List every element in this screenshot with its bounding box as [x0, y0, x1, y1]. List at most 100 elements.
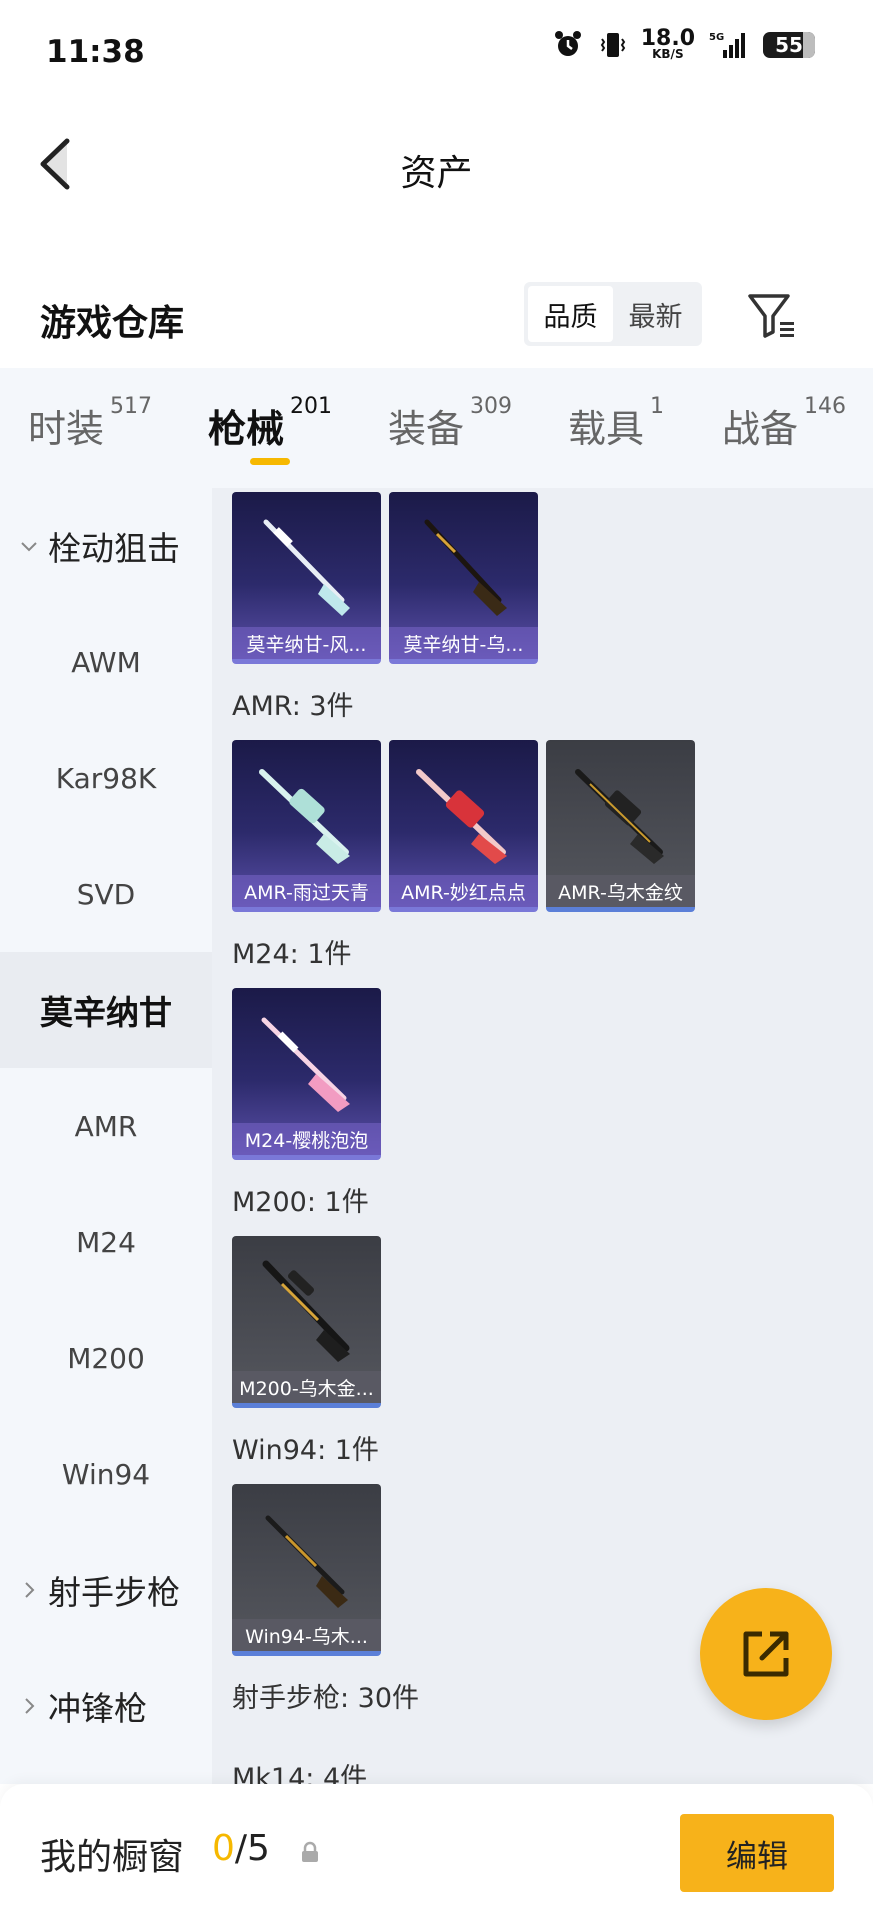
lock-icon [302, 1841, 318, 1862]
skin-row-m200: M200-乌木金... [232, 1236, 381, 1408]
section-label-m200: M200: 1件 [232, 1187, 369, 1218]
skin-card[interactable]: M200-乌木金... [232, 1236, 381, 1408]
section-label-marksman: 射手步枪: 30件 [232, 1683, 420, 1714]
showcase-count: 0/5 [212, 1828, 270, 1869]
page-title: 资产 [400, 153, 473, 194]
tab-label: 载具 [568, 407, 645, 451]
status-time: 11:38 [46, 34, 145, 70]
rifle-image [416, 769, 507, 864]
rifle-image [265, 1515, 348, 1608]
showcase-bar: 我的橱窗 0/5 编辑 [0, 1784, 873, 1920]
skin-card[interactable]: AMR-乌木金纹 [546, 740, 695, 912]
warehouse-header: 游戏仓库 品质 最新 [0, 270, 873, 366]
rifle-image [262, 1260, 350, 1362]
sidebar-item-win94[interactable]: Win94 [0, 1416, 212, 1532]
showcase-count-current: 0 [212, 1828, 235, 1869]
skin-name: M200-乌木金... [232, 1371, 381, 1403]
tab-label: 战备 [722, 407, 799, 451]
status-bar: 11:38 18.0 KB/S 5G 55 [0, 0, 873, 104]
signal-5g-icon: 5G [709, 32, 745, 58]
tab-supplies[interactable]: 战备146 [722, 394, 846, 453]
sort-option-quality[interactable]: 品质 [528, 286, 613, 342]
chevron-right-icon [18, 1579, 40, 1601]
tab-label: 装备 [388, 407, 465, 451]
section-label-amr: AMR: 3件 [232, 691, 354, 722]
sidebar-item-svd[interactable]: SVD [0, 836, 212, 952]
tab-count: 201 [290, 394, 333, 419]
tab-fashion[interactable]: 时装517 [28, 394, 152, 453]
showcase-count-separator: / [234, 1828, 248, 1869]
sidebar-group-label: 冲锋枪 [48, 1689, 147, 1728]
section-label-mk14: Mk14: 4件 [232, 1763, 368, 1784]
section-label-m24: M24: 1件 [232, 939, 352, 970]
sidebar-group-label: 射手步枪 [48, 1573, 180, 1612]
battery-icon: 55 [763, 32, 815, 58]
vibrate-icon [600, 33, 625, 57]
sidebar-group-marksman[interactable]: 射手步枪 [0, 1532, 212, 1648]
skin-row-m24: M24-樱桃泡泡 [232, 988, 381, 1160]
rifle-image [259, 769, 350, 864]
active-tab-indicator [250, 458, 290, 465]
sidebar-group-bolt-action[interactable]: 栓动狙击 [0, 488, 212, 604]
skin-name: Win94-乌木... [232, 1619, 381, 1651]
sort-toggle: 品质 最新 [524, 282, 702, 346]
tab-equipment[interactable]: 装备309 [388, 394, 512, 453]
alarm-icon [554, 31, 581, 56]
skin-card[interactable]: AMR-妙红点点 [389, 740, 538, 912]
skin-card[interactable]: 莫辛纳甘-风... [232, 492, 381, 664]
chevron-down-icon [18, 535, 40, 557]
rifle-image [261, 1017, 350, 1112]
sidebar-item-kar98k[interactable]: Kar98K [0, 720, 212, 836]
tab-guns[interactable]: 枪械201 [208, 394, 332, 453]
skin-row-win94: Win94-乌木... [232, 1484, 381, 1656]
tab-label: 时装 [28, 407, 105, 451]
share-fab-button[interactable] [700, 1588, 832, 1720]
tab-count: 309 [470, 394, 513, 419]
sidebar-group-smg[interactable]: 冲锋枪 [0, 1648, 212, 1764]
skin-name: AMR-妙红点点 [389, 875, 538, 907]
showcase-label: 我的橱窗 [40, 1837, 185, 1878]
sidebar-item-m200[interactable]: M200 [0, 1300, 212, 1416]
rifle-image [575, 769, 664, 864]
warehouse-title: 游戏仓库 [40, 303, 185, 344]
sidebar-item-awm[interactable]: AWM [0, 604, 212, 720]
network-speed: 18.0 KB/S [641, 28, 695, 61]
skin-name: M24-樱桃泡泡 [232, 1123, 381, 1155]
sidebar-group-label: 栓动狙击 [48, 529, 180, 568]
skin-card[interactable]: Win94-乌木... [232, 1484, 381, 1656]
showcase-count-total: 5 [247, 1828, 270, 1869]
tab-count: 146 [804, 394, 847, 419]
tab-label: 枪械 [208, 407, 285, 451]
sidebar-item-amr[interactable]: AMR [0, 1068, 212, 1184]
sort-option-newest[interactable]: 最新 [613, 286, 698, 342]
skin-name: 莫辛纳甘-风... [232, 627, 381, 659]
skin-card[interactable]: AMR-雨过天青 [232, 740, 381, 912]
external-link-icon [743, 1631, 789, 1677]
category-tabs: 时装517 枪械201 装备309 载具1 战备146 [0, 368, 873, 488]
skin-name: 莫辛纳甘-乌... [389, 627, 538, 659]
tab-vehicles[interactable]: 载具1 [568, 394, 664, 453]
skin-name: AMR-乌木金纹 [546, 875, 695, 907]
sidebar-item-m24[interactable]: M24 [0, 1184, 212, 1300]
tab-count: 1 [650, 394, 665, 419]
status-icons: 18.0 KB/S 5G 55 [553, 28, 815, 61]
section-label-win94: Win94: 1件 [232, 1435, 379, 1466]
weapon-category-sidebar: 栓动狙击 AWM Kar98K SVD 莫辛纳甘 AMR M24 M200 Wi… [0, 488, 212, 1784]
skin-card[interactable]: 莫辛纳甘-乌... [389, 492, 538, 664]
filter-icon [748, 294, 794, 338]
skin-row-mosin: 莫辛纳甘-风... 莫辛纳甘-乌... [232, 492, 538, 664]
skin-row-amr: AMR-雨过天青 AMR-妙红点点 AMR-乌木金纹 [232, 740, 695, 912]
edit-button[interactable]: 编辑 [680, 1814, 834, 1892]
chevron-right-icon [18, 1695, 40, 1717]
tab-count: 517 [110, 394, 153, 419]
skin-card[interactable]: M24-樱桃泡泡 [232, 988, 381, 1160]
filter-button[interactable] [744, 288, 800, 344]
svg-text:5G: 5G [709, 32, 724, 43]
sidebar-item-mosin[interactable]: 莫辛纳甘 [0, 952, 212, 1068]
rifle-image [424, 519, 507, 616]
asset-page: 11:38 18.0 KB/S 5G 55 资产 游戏仓库 品质 最新 时装51… [0, 0, 873, 1920]
skin-name: AMR-雨过天青 [232, 875, 381, 907]
rifle-image [263, 519, 350, 616]
battery-level: 55 [775, 33, 803, 57]
top-header: 资产 [0, 104, 873, 224]
